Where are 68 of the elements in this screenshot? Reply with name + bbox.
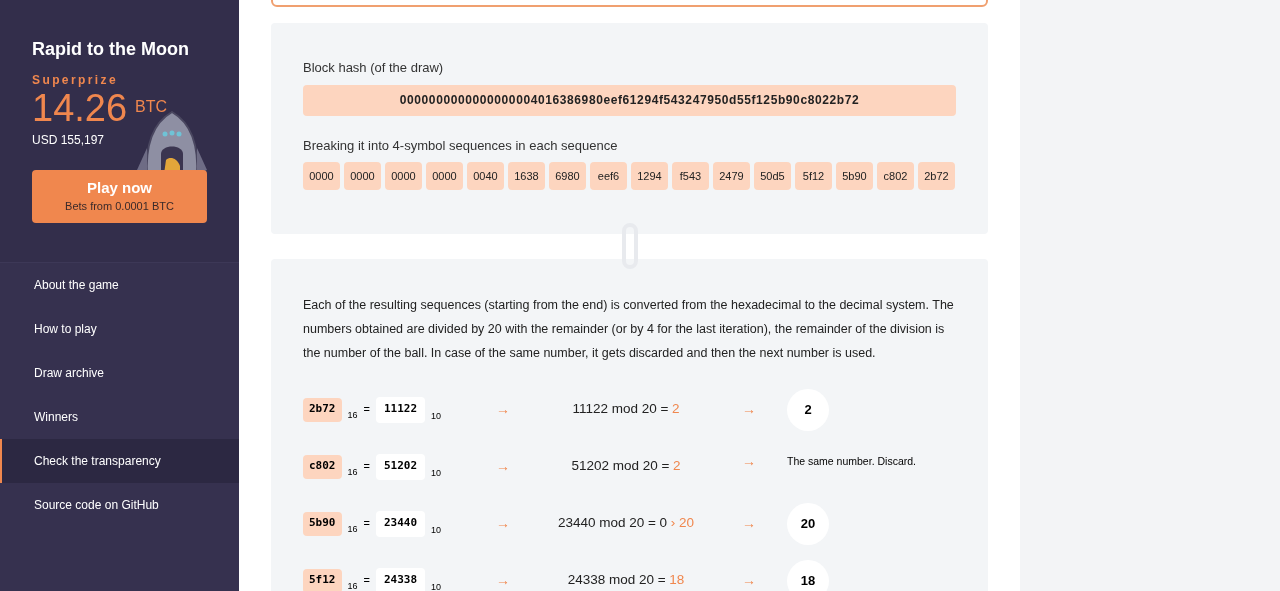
hex-value: 2b72 bbox=[303, 397, 342, 422]
decimal-value: 23440 bbox=[375, 510, 426, 537]
hash-label: Block hash (of the draw) bbox=[303, 59, 445, 77]
equals-sign: = bbox=[363, 402, 370, 418]
base-subscript: 16 bbox=[347, 522, 358, 536]
hex-value: 5f12 bbox=[303, 568, 342, 591]
prize-usd: USD 155,197 bbox=[32, 132, 106, 149]
nav-item[interactable]: Source code on GitHub bbox=[0, 483, 239, 527]
sequence-chip: 50d5 bbox=[754, 162, 791, 190]
play-button[interactable]: Play now Bets from 0.0001 BTC bbox=[32, 170, 207, 223]
base-subscript: 10 bbox=[431, 466, 442, 480]
sequence-chip: c802 bbox=[877, 162, 914, 190]
equals-sign: = bbox=[363, 573, 370, 589]
nav-item[interactable]: How to play bbox=[0, 307, 239, 351]
decimal-value: 51202 bbox=[375, 453, 426, 480]
arrow-glyph: → bbox=[496, 571, 510, 590]
decimal-value: 24338 bbox=[375, 567, 426, 591]
arrow-glyph: → bbox=[742, 571, 756, 590]
sequence-chip: 5f12 bbox=[795, 162, 832, 190]
arrow-glyph: → bbox=[742, 452, 756, 471]
sequence-chip: 0000 bbox=[303, 162, 340, 190]
sequence-chip: eef6 bbox=[590, 162, 627, 190]
decimal-value: 11122 bbox=[375, 396, 426, 423]
description-text: Each of the resulting sequences (starting from the end) is converted from the hexadecimal to the decimal system. The numbers obtained are divided by 20 with the remainder (or by 4 for the last iteration), the remainder of the division is the number of the ball. In case of the same number, it gets discarded and then the next number is used. bbox=[303, 297, 955, 362]
nav-item[interactable]: Winners bbox=[0, 395, 239, 439]
arrow-glyph: → bbox=[496, 457, 510, 476]
hex-value: 5b90 bbox=[303, 511, 342, 536]
ball-number: 2 bbox=[787, 388, 829, 431]
equals-sign: = bbox=[363, 459, 370, 475]
discard-note: The same number. Discard. bbox=[787, 453, 916, 469]
sequence-chip: 0000 bbox=[385, 162, 422, 190]
prize-label: Superprize bbox=[32, 72, 119, 89]
prize-currency: BTC bbox=[135, 97, 168, 117]
ball-number: 18 bbox=[787, 559, 829, 591]
sequence-chip: 5b90 bbox=[836, 162, 873, 190]
base-subscript: 10 bbox=[431, 580, 442, 591]
sequence-chip: 0000 bbox=[426, 162, 463, 190]
sequence-chip: 1638 bbox=[508, 162, 545, 190]
mod-expression: 51202 mod 20 = 2 bbox=[571, 457, 681, 476]
arrow-glyph: → bbox=[742, 400, 756, 419]
base-subscript: 16 bbox=[347, 579, 358, 591]
base-subscript: 10 bbox=[431, 523, 442, 537]
equals-sign: = bbox=[363, 516, 370, 532]
mod-expression: 11122 mod 20 = 2 bbox=[572, 400, 680, 419]
base-subscript: 10 bbox=[431, 409, 442, 423]
mod-expression: 23440 mod 20 = 0 › 20 bbox=[557, 514, 695, 533]
sequence-chip: 1294 bbox=[631, 162, 668, 190]
base-subscript: 16 bbox=[347, 408, 358, 422]
hex-value: c802 bbox=[303, 454, 342, 479]
sequence-chip: 0040 bbox=[467, 162, 504, 190]
prize-amount: 14.26 bbox=[32, 89, 128, 127]
nav-item[interactable]: About the game bbox=[0, 263, 239, 307]
hash-value: 0000000000000000004016386980eef61294f543247950d55f125b90c8022b72 bbox=[303, 84, 956, 116]
ball-number: 20 bbox=[787, 502, 829, 545]
arrow-glyph: → bbox=[496, 400, 510, 419]
sequence-chip: 2479 bbox=[713, 162, 750, 190]
sequence-chip: f543 bbox=[672, 162, 709, 190]
split-label: Breaking it into 4-symbol sequences in each sequence bbox=[303, 136, 619, 155]
app-title: Rapid to the Moon bbox=[32, 40, 190, 58]
sequence-chip: 0000 bbox=[344, 162, 381, 190]
mod-expression: 24338 mod 20 = 18 bbox=[567, 571, 685, 590]
sequence-chip: 6980 bbox=[549, 162, 586, 190]
nav-item[interactable]: Check the transparency bbox=[0, 439, 239, 483]
base-subscript: 16 bbox=[347, 465, 358, 479]
sequence-chip: 2b72 bbox=[918, 162, 955, 190]
arrow-glyph: → bbox=[496, 514, 510, 533]
arrow-glyph: → bbox=[742, 514, 756, 533]
nav-item[interactable]: Draw archive bbox=[0, 351, 239, 395]
